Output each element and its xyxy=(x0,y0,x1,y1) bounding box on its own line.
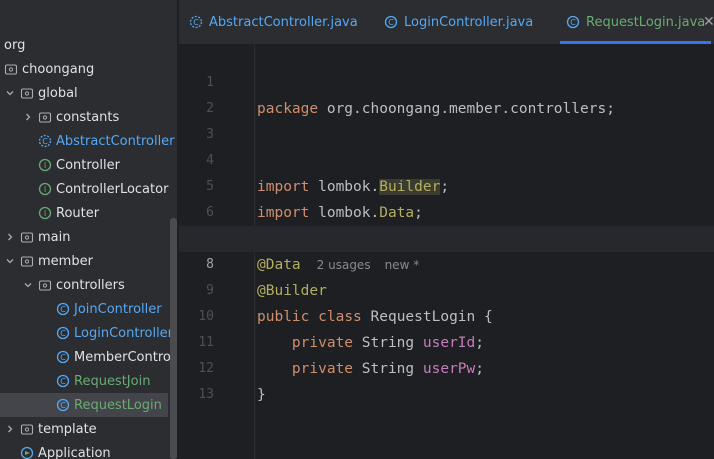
chevron-right-icon[interactable] xyxy=(4,231,16,243)
tab-abstract-controller[interactable]: C AbstractController.java xyxy=(189,0,358,44)
tree-item-constants[interactable]: constants xyxy=(0,105,177,129)
class-icon: C xyxy=(56,398,70,412)
application-icon xyxy=(20,446,34,459)
code-line[interactable]: 13 xyxy=(179,356,714,402)
tree-item-label: AbstractController xyxy=(56,133,175,149)
tree-item-label: Router xyxy=(56,205,100,221)
interface-icon: I xyxy=(38,182,52,196)
tree-item-membercontroll[interactable]: C MemberControll xyxy=(0,345,177,369)
chevron-down-icon[interactable] xyxy=(4,255,16,267)
tree-item-label: Application xyxy=(38,445,111,459)
tree-item-choongang[interactable]: choongang xyxy=(0,57,177,81)
code-line[interactable]: 9 public class RequestLogin { xyxy=(179,252,714,325)
code-line-current[interactable]: 8 @Builder xyxy=(179,226,714,299)
tree-item-member[interactable]: member xyxy=(0,249,177,273)
code-line[interactable]: 4 import lombok.Builder; xyxy=(179,122,714,195)
tree-item-label: constants xyxy=(56,109,120,125)
tree-item-label: member xyxy=(38,253,93,269)
tree-item-label: controllers xyxy=(56,277,125,293)
close-tab-icon[interactable]: ✕ xyxy=(703,14,714,30)
abstract-class-icon: C xyxy=(38,134,52,148)
package-icon xyxy=(38,110,52,124)
package-icon xyxy=(4,62,18,76)
package-icon xyxy=(38,278,52,292)
abstract-class-icon: C xyxy=(189,15,203,29)
project-tree-panel: org choongang global constants C AbstractCont… xyxy=(0,0,177,459)
tree-item-controllerlocator[interactable]: I ControllerLocator xyxy=(0,177,177,201)
chevron-down-icon[interactable] xyxy=(4,87,16,99)
code-line[interactable]: 10 private String userId; xyxy=(179,278,714,351)
class-icon: C xyxy=(56,374,70,388)
class-icon: C xyxy=(56,326,70,340)
tree-item-label: MemberControll xyxy=(74,349,177,365)
tree-item-label: Controller xyxy=(56,157,120,173)
tree-item-global[interactable]: global xyxy=(0,81,177,105)
tree-item-main[interactable]: main xyxy=(0,225,177,249)
tree-item-joincontroller[interactable]: C JoinController xyxy=(0,297,177,321)
line-number: 13 xyxy=(198,387,214,402)
tree-item-label: org xyxy=(4,37,26,53)
class-icon: C xyxy=(384,15,398,29)
svg-text:C: C xyxy=(60,377,66,386)
tree-item-label: LoginController xyxy=(74,325,174,341)
closing-brace: } xyxy=(257,387,266,403)
class-icon: C xyxy=(566,15,580,29)
class-icon: C xyxy=(56,302,70,316)
svg-text:I: I xyxy=(44,185,46,194)
code-line[interactable]: 6 xyxy=(179,174,714,220)
tab-label: AbstractController.java xyxy=(209,14,358,30)
code-line[interactable]: 11 private String userPw; xyxy=(179,304,714,377)
chevron-right-icon[interactable] xyxy=(22,111,34,123)
tree-item-logincontroller[interactable]: C LoginController xyxy=(0,321,177,345)
svg-text:I: I xyxy=(44,161,46,170)
tab-request-login[interactable]: C RequestLogin.java xyxy=(559,0,712,44)
svg-text:C: C xyxy=(193,18,199,27)
tree-item-label: choongang xyxy=(22,61,95,77)
package-icon xyxy=(20,422,34,436)
interface-icon: I xyxy=(38,158,52,172)
tab-label: RequestLogin.java xyxy=(586,14,706,30)
tree-item-controller[interactable]: I Controller xyxy=(0,153,177,177)
svg-text:C: C xyxy=(570,18,576,27)
tree-item-label: global xyxy=(38,85,78,101)
package-icon xyxy=(20,254,34,268)
editor-tab-bar: C AbstractController.java C LoginControl… xyxy=(179,0,714,45)
code-line[interactable]: 7 @Data2 usagesnew * xyxy=(179,200,714,273)
interface-icon: I xyxy=(38,206,52,220)
tree-item-controllers[interactable]: controllers xyxy=(0,273,177,297)
tree-item-label: RequestLogin xyxy=(74,397,162,413)
code-line[interactable]: 12 } xyxy=(179,330,714,403)
tree-item-abstractcontroller[interactable]: C AbstractController xyxy=(0,129,177,153)
code-line[interactable]: 2 xyxy=(179,70,714,116)
tab-label: LoginController.java xyxy=(404,14,534,30)
package-icon xyxy=(20,230,34,244)
tree-item-label: ControllerLocator xyxy=(56,181,169,197)
code-line[interactable]: 1 package org.choongang.member.controlle… xyxy=(179,44,714,117)
tab-login-controller[interactable]: C LoginController.java xyxy=(384,0,533,44)
tree-item-requestlogin[interactable]: C RequestLogin xyxy=(0,393,168,417)
svg-text:C: C xyxy=(60,305,66,314)
tree-item-label: template xyxy=(38,421,97,437)
tree-item-router[interactable]: I Router xyxy=(0,201,177,225)
sidebar-scrollbar[interactable] xyxy=(170,218,177,459)
svg-text:C: C xyxy=(60,329,66,338)
chevron-right-icon[interactable] xyxy=(4,423,16,435)
tree-item-requestjoin[interactable]: C RequestJoin xyxy=(0,369,177,393)
svg-text:I: I xyxy=(44,209,46,218)
code-line[interactable]: 3 xyxy=(179,96,714,142)
tree-item-application[interactable]: Application xyxy=(0,441,177,459)
svg-text:C: C xyxy=(42,137,48,146)
tree-item-label: RequestJoin xyxy=(74,373,151,389)
tree-item-label: JoinController xyxy=(74,301,162,317)
class-icon: C xyxy=(56,350,70,364)
svg-text:C: C xyxy=(388,18,394,27)
tree-item-org[interactable]: org xyxy=(0,33,177,57)
code-line[interactable]: 5 import lombok.Data; xyxy=(179,148,714,221)
tree-item-template[interactable]: template xyxy=(0,417,177,441)
svg-text:C: C xyxy=(60,401,66,410)
tree-item-label: main xyxy=(38,229,71,245)
svg-text:C: C xyxy=(60,353,66,362)
package-icon xyxy=(20,86,34,100)
chevron-down-icon[interactable] xyxy=(22,279,34,291)
